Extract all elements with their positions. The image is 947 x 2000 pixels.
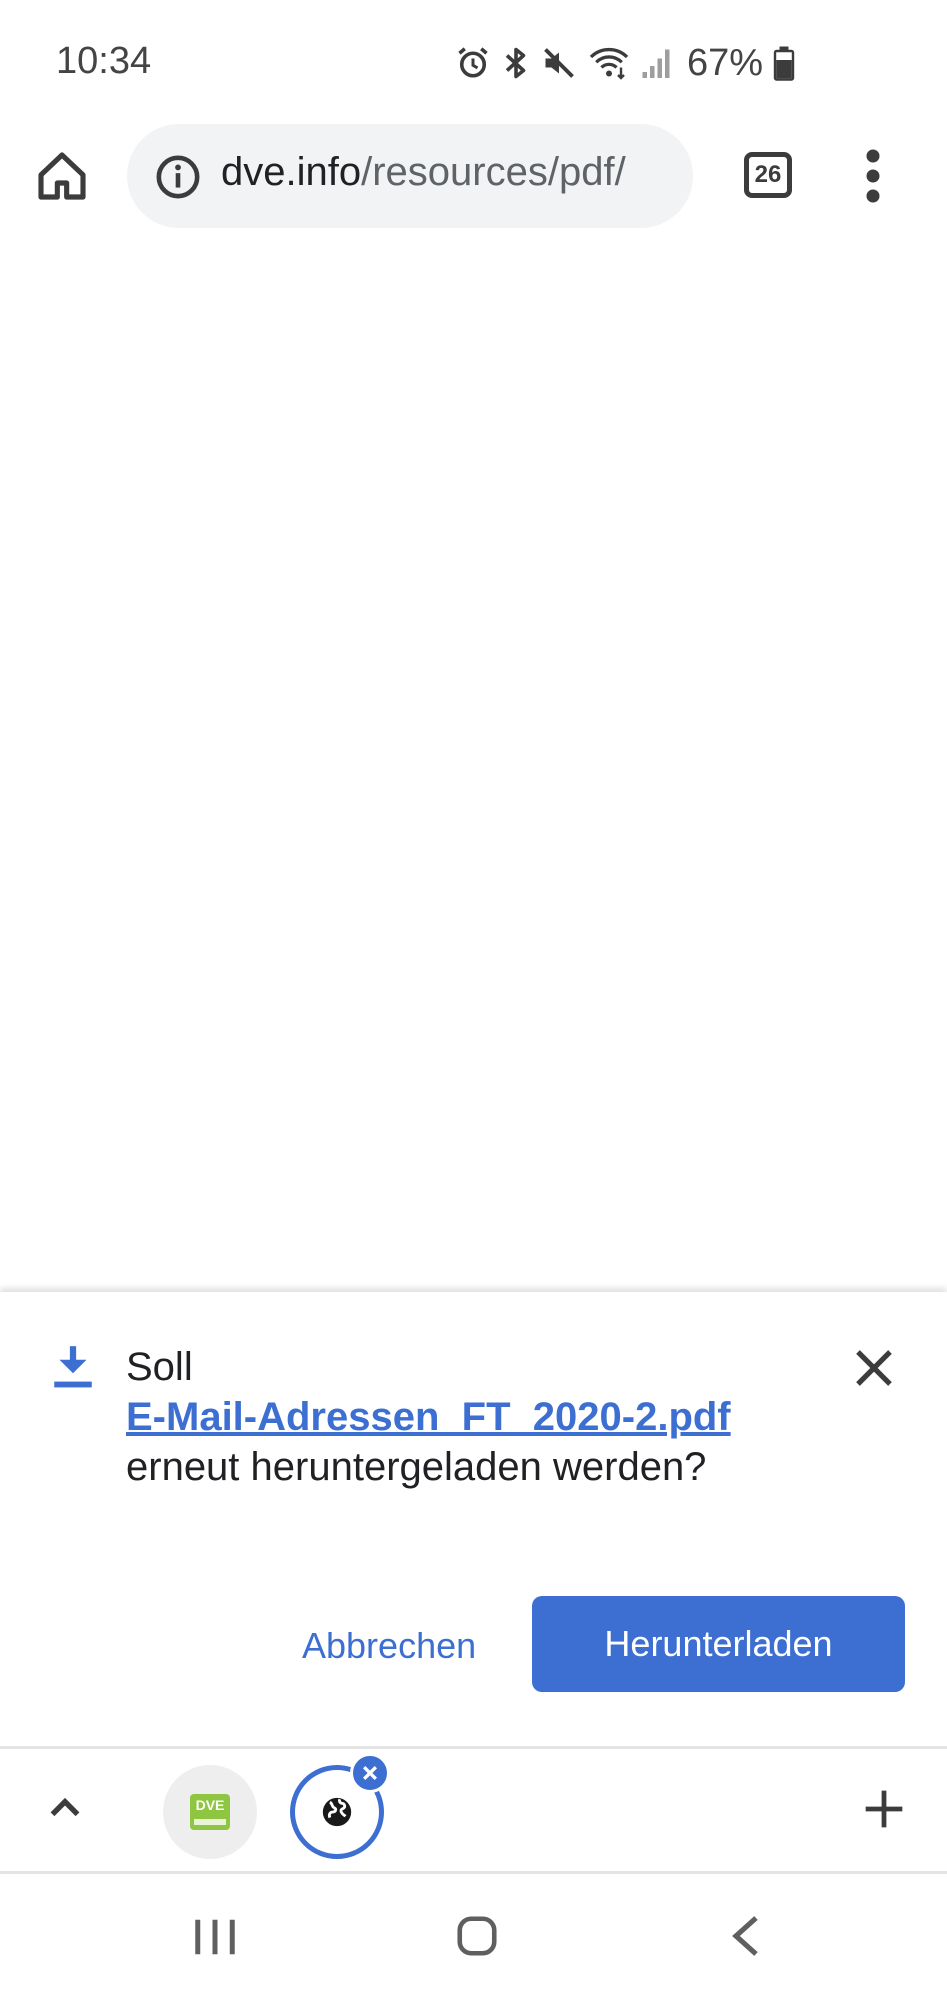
url-domain: dve.info — [221, 150, 362, 194]
nav-home-icon[interactable] — [454, 1912, 500, 1960]
globe-icon — [322, 1797, 352, 1827]
more-menu-icon[interactable] — [856, 146, 890, 206]
battery-icon — [773, 46, 795, 81]
file-name-link[interactable]: E-Mail-Adressen_FT_2020-2.pdf — [126, 1392, 826, 1442]
tab-strip: DVE — [0, 1746, 947, 1874]
bluetooth-icon — [505, 47, 526, 79]
mute-icon — [544, 48, 574, 78]
status-bar: 10:34 67% — [0, 0, 947, 120]
download-button[interactable]: Herunterladen — [532, 1596, 905, 1692]
status-icons: 67% — [455, 40, 795, 86]
recents-icon[interactable] — [190, 1914, 240, 1960]
alarm-icon — [458, 47, 488, 78]
chevron-up-icon[interactable] — [40, 1783, 90, 1833]
back-icon[interactable] — [726, 1912, 766, 1960]
home-icon[interactable] — [34, 148, 90, 204]
screen: 10:34 67% dve.info/resources/pdf/ 26 Sol… — [0, 0, 947, 2000]
tab-switcher-button[interactable]: 26 — [744, 152, 792, 198]
download-dialog: Soll E-Mail-Adressen_FT_2020-2.pdf erneu… — [0, 1292, 947, 1746]
signal-icon — [642, 49, 670, 78]
tab-close-button[interactable] — [350, 1753, 390, 1793]
plus-icon[interactable] — [862, 1787, 906, 1831]
cancel-button[interactable]: Abbrechen — [290, 1598, 488, 1694]
dve-logo: DVE — [190, 1794, 230, 1830]
wifi-icon — [589, 47, 629, 80]
dialog-line-1: Soll — [126, 1345, 193, 1389]
dialog-line-3: erneut heruntergeladen werden? — [126, 1445, 707, 1489]
battery-percent: 67% — [687, 41, 764, 84]
info-icon[interactable] — [155, 154, 201, 200]
download-icon — [54, 1346, 92, 1388]
url-text[interactable]: dve.info/resources/pdf/ — [221, 150, 626, 195]
tab-thumbnail-dve[interactable]: DVE — [163, 1765, 257, 1859]
url-path: /resources/pdf/ — [361, 150, 626, 194]
dialog-message: Soll E-Mail-Adressen_FT_2020-2.pdf erneu… — [126, 1342, 826, 1492]
navigation-bar — [0, 1874, 947, 2000]
browser-toolbar: dve.info/resources/pdf/ 26 — [0, 120, 947, 250]
page-content — [0, 250, 947, 1292]
status-time: 10:34 — [56, 40, 152, 82]
close-icon[interactable] — [850, 1344, 898, 1392]
close-icon — [362, 1765, 378, 1781]
address-bar[interactable]: dve.info/resources/pdf/ — [127, 124, 693, 228]
